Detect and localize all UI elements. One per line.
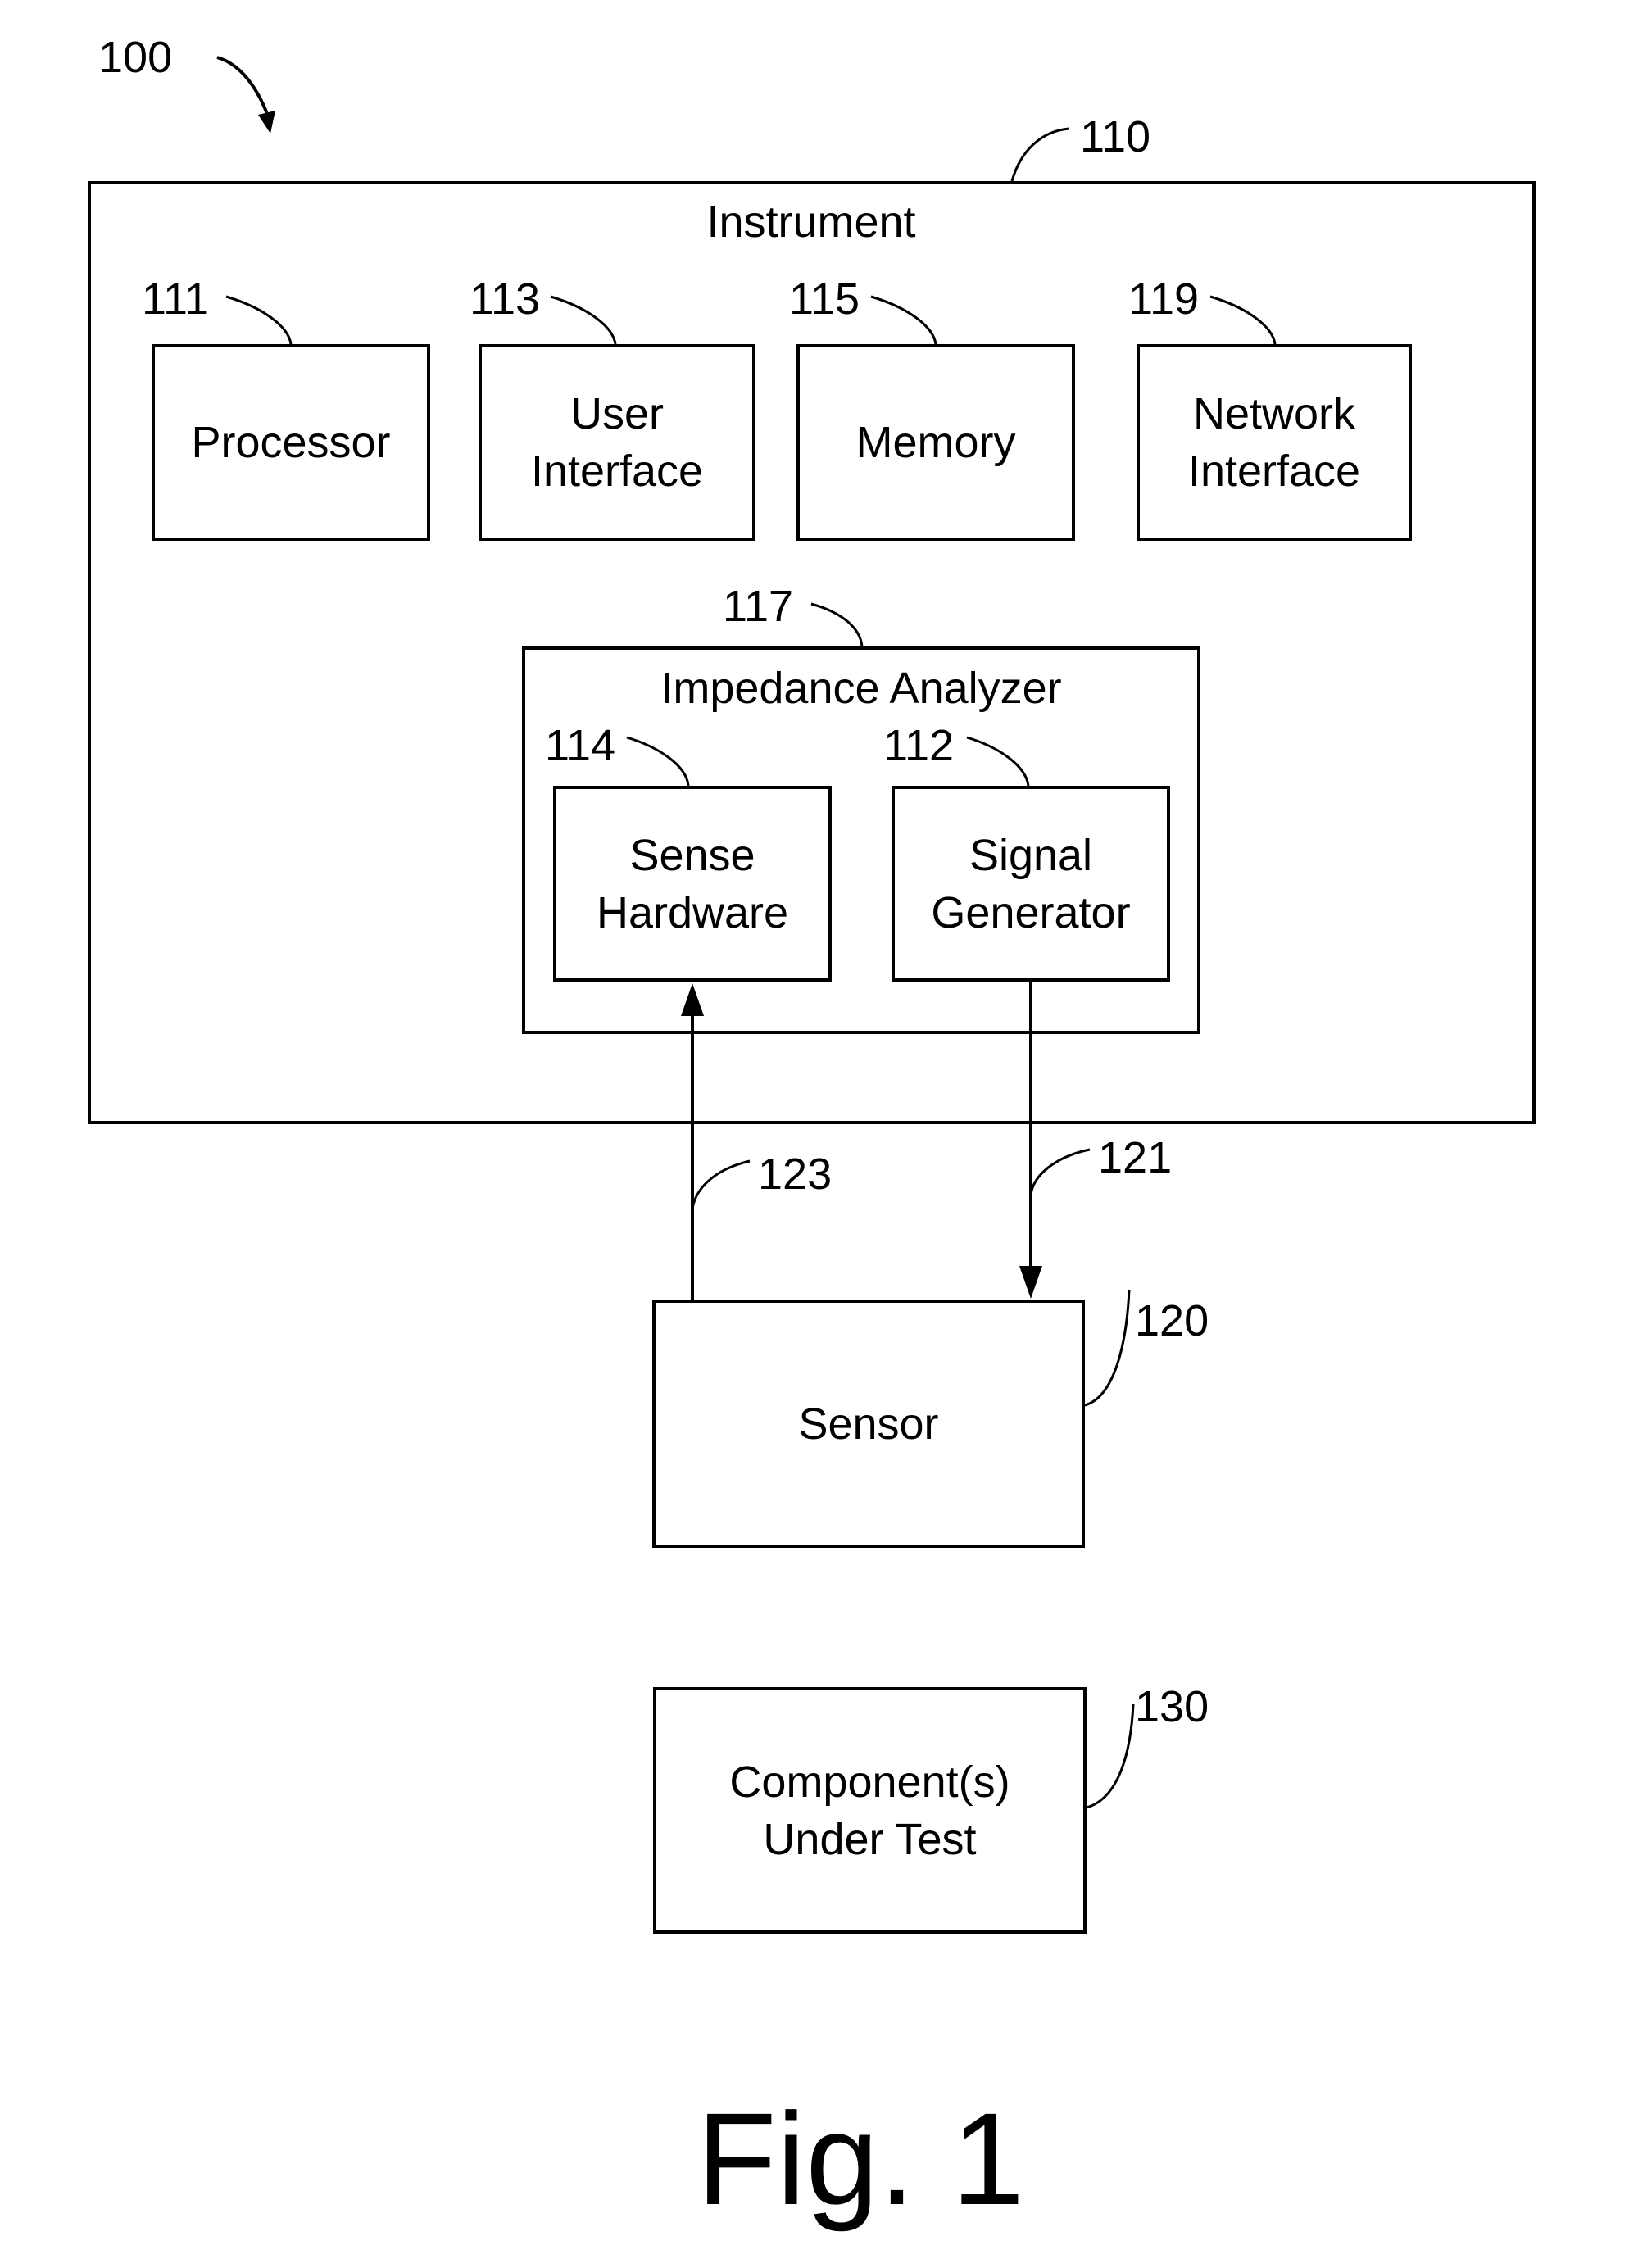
figure-caption: Fig. 1 [696, 2085, 1025, 2232]
ref-sense-hardware: 114 [545, 721, 616, 770]
memory-block: Memory [796, 344, 1075, 541]
sensor-block: Sensor [652, 1300, 1085, 1548]
leader-130 [1086, 1703, 1135, 1809]
system-pointer-arrow [216, 56, 272, 124]
ref-user-interface: 113 [470, 274, 541, 324]
impedance-analyzer-title: Impedance Analyzer [660, 664, 1062, 713]
leader-120 [1084, 1289, 1131, 1407]
ref-component-under-test: 130 [1135, 1682, 1209, 1731]
ref-impedance-analyzer: 117 [723, 582, 794, 631]
sense-hardware-block: Sense Hardware [553, 786, 832, 982]
ref-network-interface: 119 [1128, 274, 1200, 324]
ref-signal-generator: 112 [883, 721, 955, 770]
network-interface-block: Network Interface [1137, 344, 1412, 541]
connection-121-arrowhead [1019, 1266, 1042, 1299]
system-pointer-arrowhead [258, 111, 275, 134]
user-interface-block: User Interface [479, 344, 755, 541]
component-under-test-block: Component(s) Under Test [653, 1687, 1087, 1934]
ref-connection-123: 123 [758, 1150, 833, 1199]
ref-memory: 115 [789, 274, 860, 324]
leader-110 [1010, 127, 1070, 182]
instrument-title: Instrument [706, 197, 916, 247]
ref-processor: 111 [142, 274, 210, 324]
signal-generator-block: Signal Generator [892, 786, 1170, 982]
leader-123 [691, 1159, 751, 1209]
processor-block: Processor [152, 344, 430, 541]
ref-connection-121: 121 [1098, 1133, 1173, 1182]
ref-system: 100 [98, 33, 173, 82]
leader-121 [1029, 1148, 1091, 1195]
ref-sensor: 120 [1135, 1296, 1209, 1345]
ref-instrument: 110 [1080, 112, 1151, 161]
